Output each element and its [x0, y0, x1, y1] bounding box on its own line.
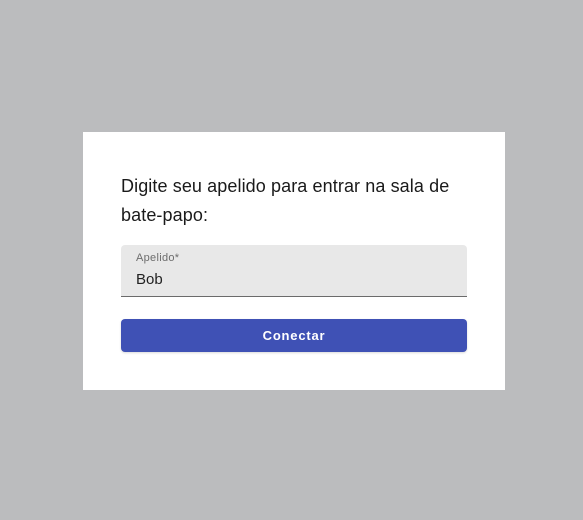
dialog-prompt: Digite seu apelido para entrar na sala d…: [121, 176, 450, 225]
nickname-input[interactable]: [135, 268, 456, 290]
nickname-field-label: Apelido*: [136, 252, 180, 264]
connect-button[interactable]: Conectar: [121, 319, 467, 352]
nickname-dialog: Digite seu apelido para entrar na sala d…: [83, 132, 505, 390]
nickname-field[interactable]: Apelido*: [121, 245, 467, 297]
